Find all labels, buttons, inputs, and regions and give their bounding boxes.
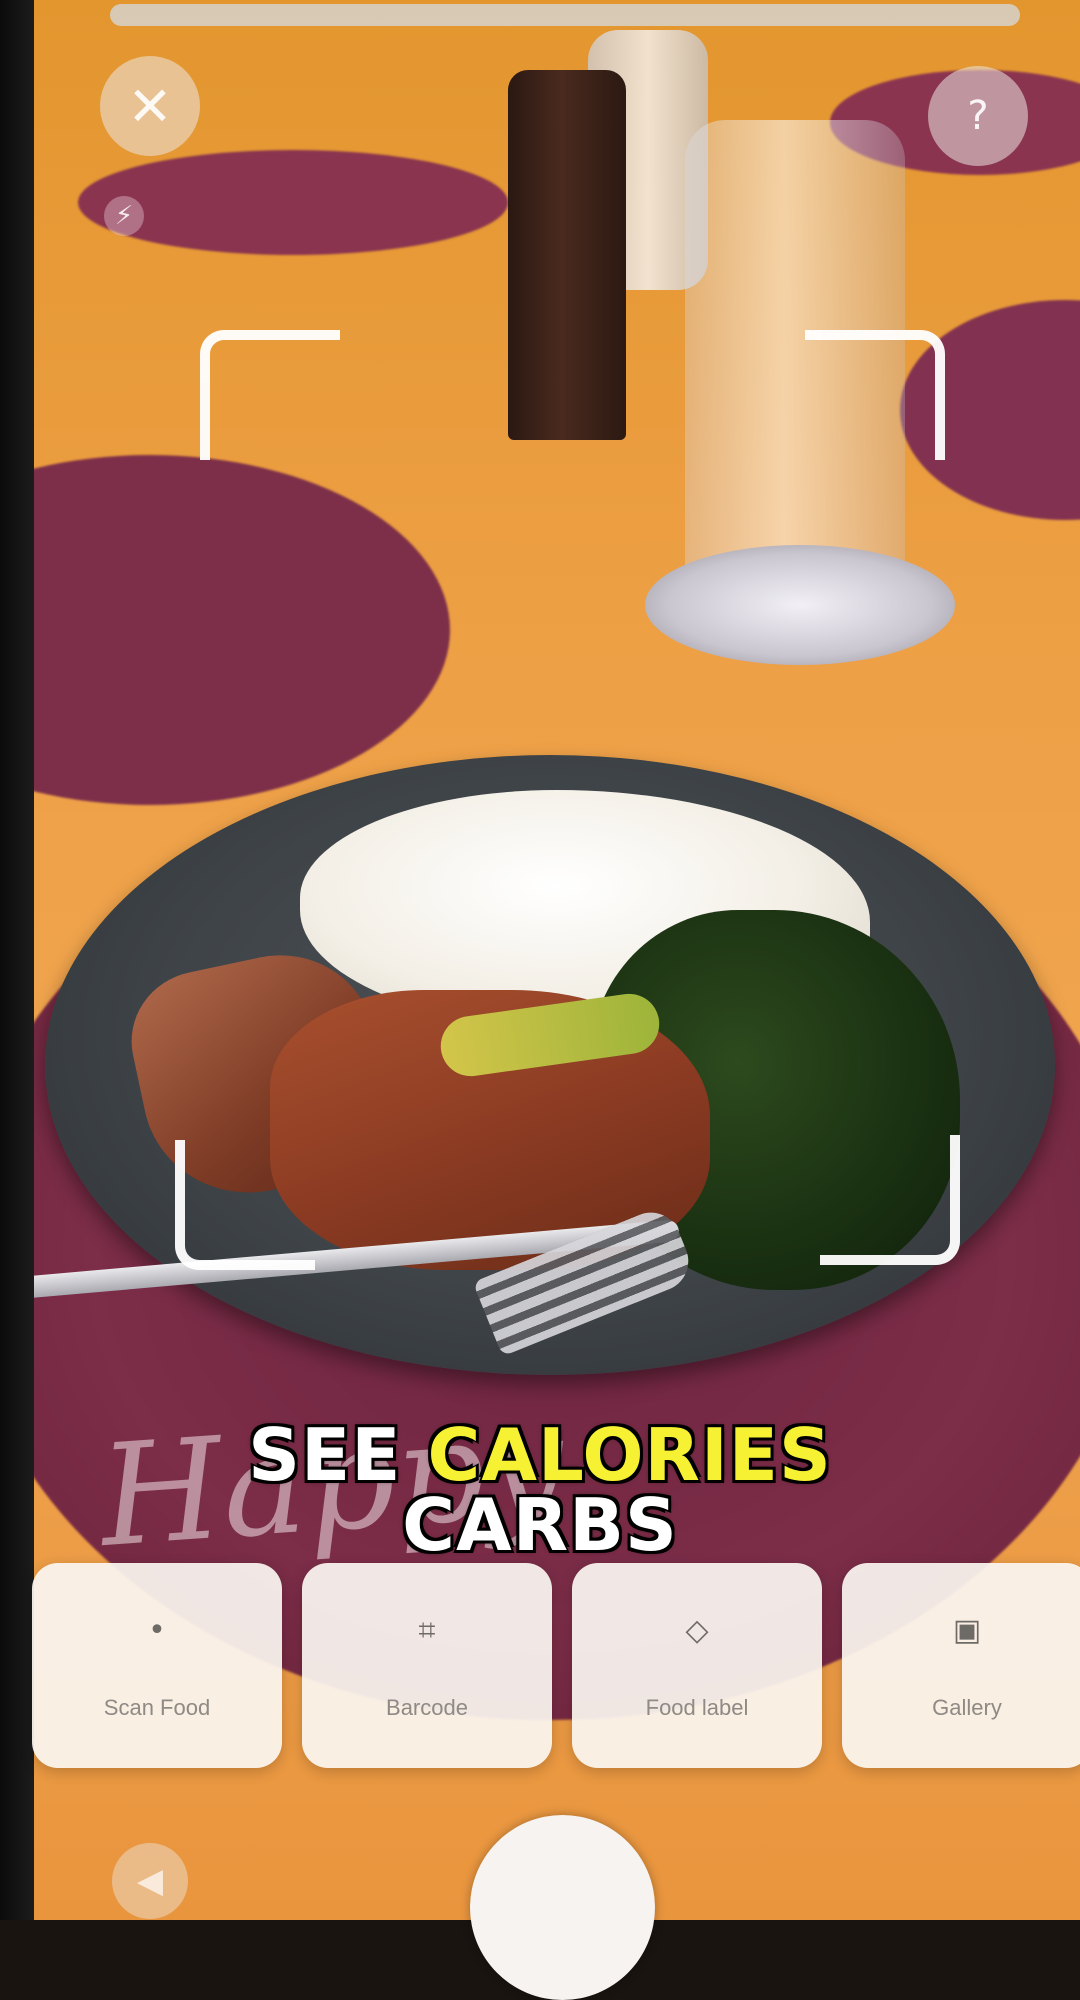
mode-scan-food[interactable]: • Scan Food [32,1563,282,1768]
scan-frame-corner-top-right [805,330,945,460]
shutter-button[interactable] [470,1815,655,2000]
mode-gallery[interactable]: ▣ Gallery [842,1563,1080,1768]
mode-label: Food label [645,1694,749,1720]
scan-mode-bar: • Scan Food ⌗ Barcode ◇ Food label ▣ Gal… [32,1563,1080,1768]
back-arrow-icon: ◀ [136,1861,164,1901]
caption-word: SEE [248,1413,402,1497]
scan-frame-corner-top-left [200,330,340,460]
phone-top-bezel [110,4,1020,26]
placemat [78,150,508,255]
placemat [0,455,450,805]
help-icon: ? [967,93,989,139]
back-button[interactable]: ◀ [112,1843,188,1919]
sauce-bottle [508,70,626,440]
close-icon: ✕ [127,74,173,138]
flash-toggle[interactable]: ⚡ [104,196,144,236]
scan-frame-corner-bottom-left [175,1140,315,1270]
mode-label: Scan Food [103,1694,211,1720]
caption-line-2: CARBS [402,1483,678,1567]
mode-food-label[interactable]: ◇ Food label [572,1563,822,1768]
mode-label: Gallery [932,1694,1002,1720]
flash-icon: ⚡ [114,201,134,231]
image-icon: ▣ [952,1613,982,1648]
phone-bezel [0,0,34,1920]
scan-frame-corner-bottom-right [820,1135,960,1265]
mode-barcode[interactable]: ⌗ Barcode [302,1563,552,1768]
tag-icon: ◇ [685,1613,709,1648]
dot-icon: • [148,1613,166,1648]
video-caption: SEE CALORIES CARBS [0,1419,1080,1567]
help-button[interactable]: ? [928,66,1028,166]
barcode-icon: ⌗ [418,1613,436,1648]
close-button[interactable]: ✕ [100,56,200,156]
glass-base [645,545,955,665]
mode-label: Barcode [386,1694,468,1720]
